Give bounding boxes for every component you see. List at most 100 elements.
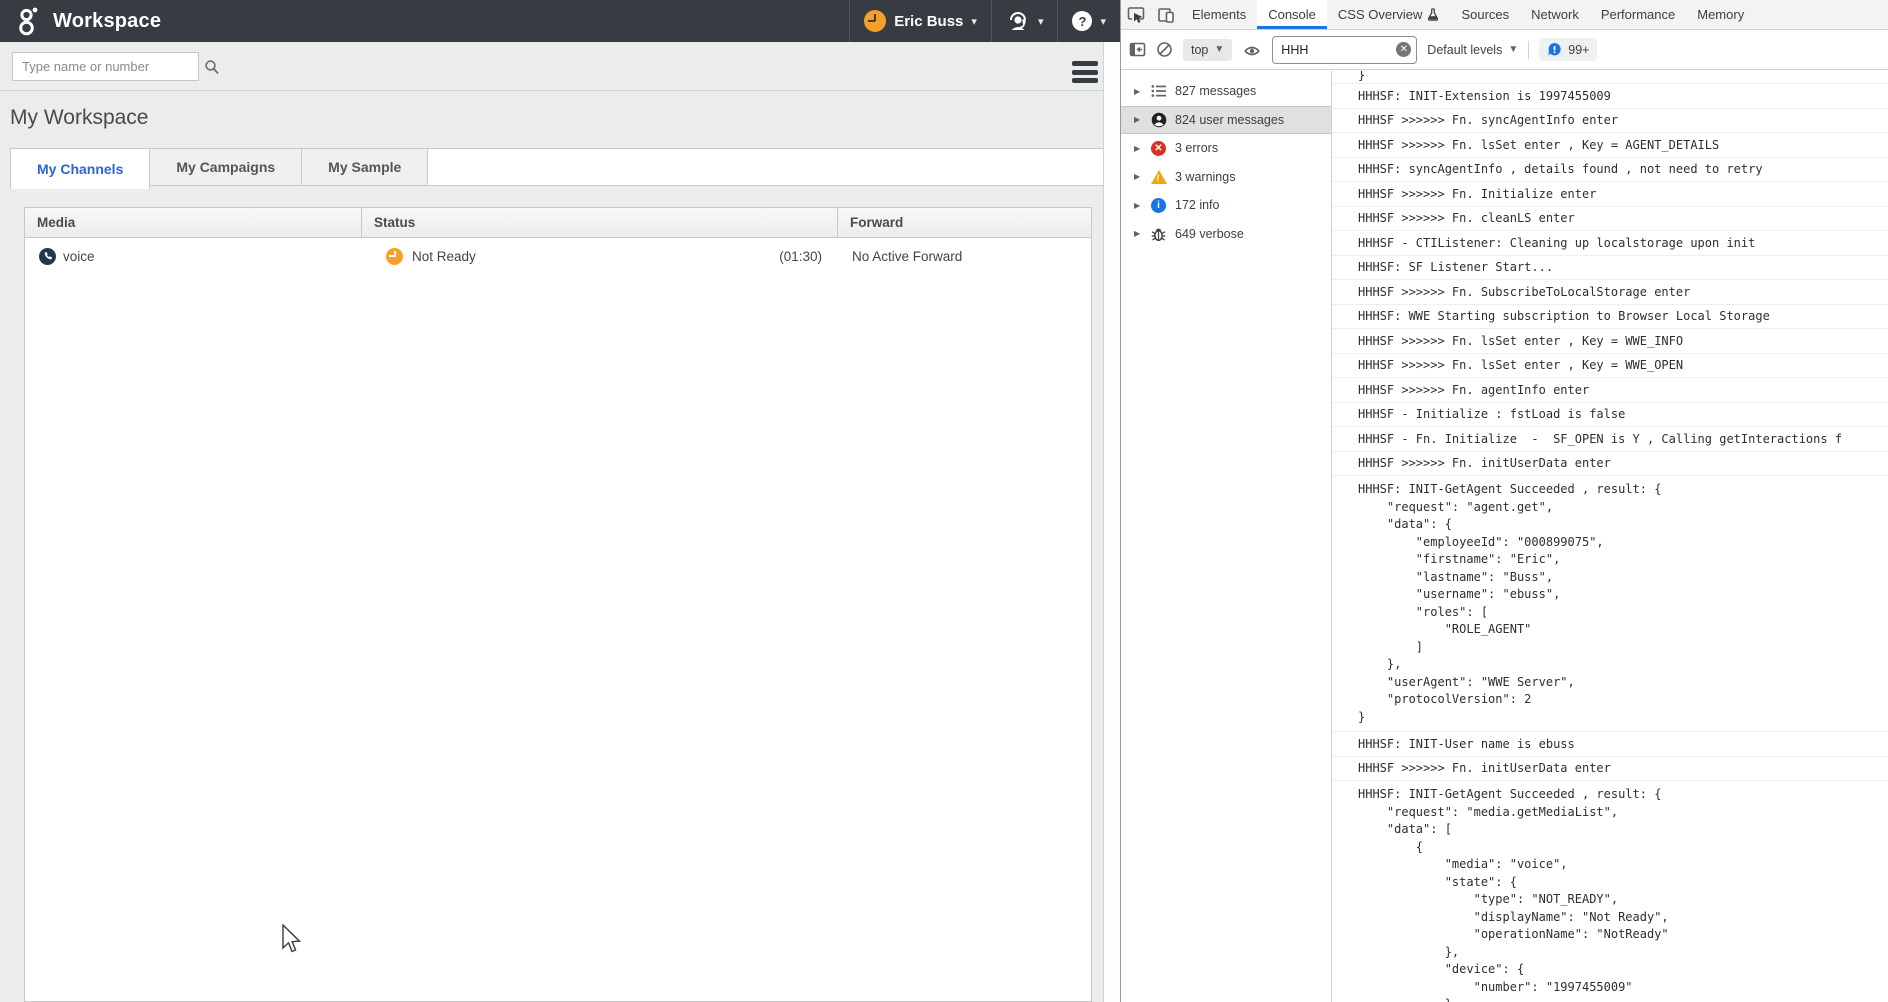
console-message-line: "number": "1997455009"	[1358, 979, 1888, 997]
forward-label: No Active Forward	[852, 249, 962, 264]
devtools-tab-label: Sources	[1461, 7, 1509, 22]
console-message-line: "lastname": "Buss",	[1358, 569, 1888, 587]
devtools-tab-label: CSS Overview	[1338, 7, 1423, 22]
console-message-line: "displayName": "Not Ready",	[1358, 909, 1888, 927]
console-message-line: HHHSF >>>>>> Fn. initUserData enter	[1358, 760, 1611, 776]
console-message-line: HHHSF: WWE Starting subscription to Brow…	[1358, 308, 1770, 324]
clear-console-icon[interactable]	[1156, 41, 1173, 58]
console-message-line: HHHSF - Initialize : fstLoad is false	[1358, 406, 1625, 422]
execution-context-selector[interactable]: top ▼	[1183, 39, 1232, 61]
status-timer: (01:30)	[779, 249, 822, 264]
agent-menu[interactable]: ▾	[991, 0, 1058, 42]
console-message-line: "request": "agent.get",	[1358, 499, 1888, 517]
console-message-line: HHHSF - CTIListener: Cleaning up localst…	[1358, 235, 1755, 251]
devtools-tab-memory[interactable]: Memory	[1686, 0, 1755, 29]
console-message-block: HHHSF: INIT-GetAgent Succeeded , result:…	[1332, 476, 1888, 732]
hamburger-menu-icon[interactable]	[1072, 61, 1098, 83]
user-name: Eric Buss	[894, 13, 963, 30]
tab-my-campaigns[interactable]: My Campaigns	[150, 148, 302, 186]
help-menu[interactable]: ? ▾	[1057, 0, 1120, 42]
device-toolbar-icon[interactable]	[1151, 0, 1181, 29]
console-message-line: HHHSF >>>>>> Fn. Initialize enter	[1358, 186, 1596, 202]
console-filter-box[interactable]: ✕	[1272, 36, 1417, 64]
bug-icon	[1150, 225, 1167, 242]
console-message: HHHSF: syncAgentInfo , details found , n…	[1332, 158, 1888, 183]
chevron-down-icon: ▼	[1508, 44, 1518, 55]
column-header-media[interactable]: Media	[25, 208, 362, 237]
console-message-line: }	[1358, 709, 1888, 727]
agent-status-menu[interactable]: Eric Buss ▾	[849, 0, 991, 42]
devtools-tab-sources[interactable]: Sources	[1450, 0, 1520, 29]
expand-arrow-icon[interactable]: ▶	[1134, 229, 1142, 238]
console-message: HHHSF - CTIListener: Cleaning up localst…	[1332, 231, 1888, 256]
column-header-status[interactable]: Status	[362, 208, 838, 237]
tab-my-sample[interactable]: My Sample	[302, 148, 428, 186]
console-message-line: HHHSF: INIT-GetAgent Succeeded , result:…	[1358, 786, 1888, 804]
console-sidebar-item-user-messages[interactable]: ▶824 user messages	[1121, 106, 1331, 135]
console-message-line: HHHSF: INIT-Extension is 1997455009	[1358, 88, 1611, 104]
console-message-line: }	[1358, 996, 1888, 1002]
expand-arrow-icon[interactable]: ▶	[1134, 115, 1142, 124]
devtools-tab-label: Elements	[1192, 7, 1246, 22]
info-icon: i	[1150, 197, 1167, 214]
search-input[interactable]	[13, 59, 204, 74]
column-header-forward[interactable]: Forward	[838, 208, 1091, 237]
not-ready-status-icon	[386, 248, 403, 265]
console-message: HHHSF >>>>>> Fn. SubscribeToLocalStorage…	[1332, 280, 1888, 305]
app-scrollbar-track[interactable]	[1103, 42, 1120, 1002]
expand-arrow-icon[interactable]: ▶	[1134, 87, 1142, 96]
warning-icon: !	[1150, 168, 1167, 185]
console-filter-input[interactable]	[1281, 43, 1396, 57]
console-sidebar-toggle-icon[interactable]	[1129, 41, 1146, 58]
tab-strip-filler	[428, 148, 1105, 186]
devtools-tab-label: Network	[1531, 7, 1579, 22]
devtools-tab-elements[interactable]: Elements	[1181, 0, 1257, 29]
console-message-line: HHHSF: INIT-GetAgent Succeeded , result:…	[1358, 481, 1888, 499]
console-message: HHHSF: INIT-User name is ebuss	[1332, 732, 1888, 757]
expand-arrow-icon[interactable]: ▶	[1134, 144, 1142, 153]
console-sidebar-item-warnings[interactable]: ▶!3 warnings	[1121, 163, 1331, 192]
workspace-logo-icon	[14, 6, 41, 36]
devtools-tab-performance[interactable]: Performance	[1590, 0, 1686, 29]
console-message-line: "userAgent": "WWE Server",	[1358, 674, 1888, 692]
expand-arrow-icon[interactable]: ▶	[1134, 172, 1142, 181]
expand-arrow-icon[interactable]: ▶	[1134, 201, 1142, 210]
console-message-line: HHHSF: syncAgentInfo , details found , n…	[1358, 161, 1763, 177]
error-icon: ✕	[1150, 140, 1167, 157]
console-message: }	[1332, 71, 1888, 84]
inspect-element-icon[interactable]	[1121, 0, 1151, 29]
console-message-line: HHHSF >>>>>> Fn. SubscribeToLocalStorage…	[1358, 284, 1690, 300]
console-message: HHHSF >>>>>> Fn. lsSet enter , Key = AGE…	[1332, 133, 1888, 158]
console-message-line: HHHSF >>>>>> Fn. lsSet enter , Key = WWE…	[1358, 357, 1683, 373]
console-message-line: "data": [	[1358, 821, 1888, 839]
workspace-app: Workspace Eric Buss ▾ ▾	[0, 0, 1120, 1002]
clear-filter-icon[interactable]: ✕	[1396, 42, 1411, 57]
console-message: HHHSF >>>>>> Fn. cleanLS enter	[1332, 207, 1888, 232]
console-message: HHHSF: INIT-Extension is 1997455009	[1332, 84, 1888, 109]
console-message-line: "roles": [	[1358, 604, 1888, 622]
log-levels-dropdown[interactable]: Default levels ▼	[1427, 43, 1518, 57]
devtools-tab-css-overview[interactable]: CSS Overview	[1327, 0, 1451, 29]
console-sidebar-item-info[interactable]: ▶i172 info	[1121, 191, 1331, 220]
live-expression-eye-icon[interactable]	[1242, 42, 1262, 58]
issues-counter[interactable]: 99+	[1539, 38, 1597, 61]
table-row[interactable]: voice Not Ready (01:30) No Active Forwar…	[25, 238, 1091, 274]
devtools-tab-label: Memory	[1697, 7, 1744, 22]
devtools-tab-network[interactable]: Network	[1520, 0, 1590, 29]
console-sidebar-item-messages[interactable]: ▶827 messages	[1121, 77, 1331, 106]
console-message: HHHSF - Initialize : fstLoad is false	[1332, 403, 1888, 428]
console-sidebar-item-errors[interactable]: ▶✕3 errors	[1121, 134, 1331, 163]
console-message-line: "username": "ebuss",	[1358, 586, 1888, 604]
chevron-down-icon: ▾	[971, 15, 977, 28]
tab-my-channels[interactable]: My Channels	[10, 148, 150, 189]
console-message-line: "request": "media.getMediaList",	[1358, 804, 1888, 822]
console-sidebar-item-verbose[interactable]: ▶649 verbose	[1121, 220, 1331, 249]
console-message-line: HHHSF >>>>>> Fn. lsSet enter , Key = AGE…	[1358, 137, 1719, 153]
page-title: My Workspace	[10, 106, 148, 130]
search-icon[interactable]	[204, 59, 220, 75]
console-message-line: {	[1358, 839, 1888, 857]
devtools-tab-label: Console	[1268, 7, 1316, 22]
search-box[interactable]	[12, 52, 199, 81]
console-message: HHHSF - Fn. Initialize - SF_OPEN is Y , …	[1332, 427, 1888, 452]
devtools-tab-console[interactable]: Console	[1257, 0, 1327, 29]
